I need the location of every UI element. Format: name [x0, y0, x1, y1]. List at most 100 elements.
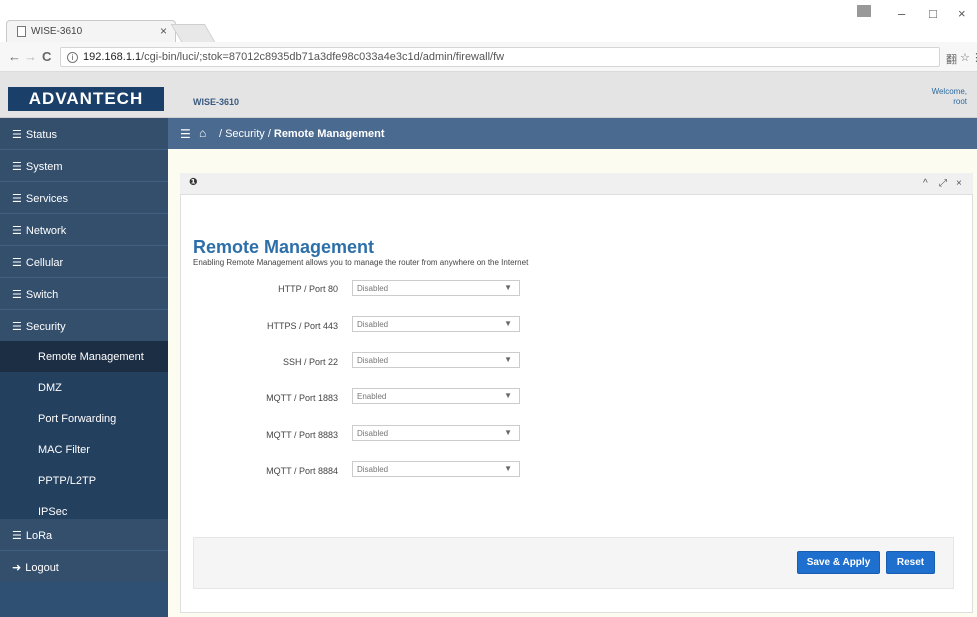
user-profile-icon[interactable] — [857, 5, 871, 17]
ssh-port-label: SSH / Port 22 — [282, 357, 338, 367]
advantech-logo[interactable]: ADVANTECH — [8, 87, 164, 111]
list-icon: ☰ — [12, 129, 22, 141]
url-host: 192.168.1.1 — [83, 51, 142, 63]
sidebar-item-label: LoRa — [25, 530, 53, 542]
list-icon: ☰ — [12, 193, 22, 205]
mqtt-8884-select[interactable]: Disabled ▼ — [352, 461, 520, 477]
sidebar-item-label: MAC Filter — [38, 444, 90, 456]
breadcrumb-section[interactable]: Security — [225, 128, 265, 140]
sidebar-item-label: Switch — [25, 289, 59, 301]
select-value: Disabled — [357, 320, 389, 329]
sidebar: ☰ Status ☰ System ☰ Services ☰ Network ☰ Cell… — [0, 118, 168, 617]
menu-toggle-icon[interactable]: ☰ — [180, 127, 191, 141]
new-tab-button[interactable] — [170, 24, 216, 42]
breadcrumb-current: Remote Management — [273, 128, 385, 140]
chevron-down-icon: ▼ — [504, 464, 512, 473]
list-icon: ☰ — [12, 321, 22, 333]
chevron-down-icon: ▼ — [504, 319, 512, 328]
minimize-icon[interactable]: – — [898, 6, 905, 21]
breadcrumb-separator: / — [267, 128, 271, 140]
breadcrumb-separator: / — [219, 128, 223, 140]
sidebar-item-label: Services — [25, 193, 69, 205]
sidebar-item-label: Cellular — [25, 257, 64, 269]
tab-title: WISE-3610 — [31, 26, 83, 37]
sidebar-item-label: Remote Management — [38, 351, 144, 363]
sidebar-item-status[interactable]: ☰ Status — [0, 118, 168, 149]
list-icon: ☰ — [12, 530, 22, 542]
bookmark-star-icon[interactable]: ☆ — [960, 51, 970, 64]
mqtt-1883-select[interactable]: Enabled ▼ — [352, 388, 520, 404]
sidebar-item-port-forwarding[interactable]: Port Forwarding — [0, 403, 168, 434]
panel-close-icon[interactable]: × — [956, 178, 962, 189]
chevron-down-icon: ▼ — [504, 355, 512, 364]
back-icon[interactable]: ← — [8, 49, 21, 64]
translate-icon[interactable]: 翻 — [946, 51, 957, 67]
browser-menu-icon[interactable]: ⋮ — [971, 51, 977, 64]
sidebar-item-dmz[interactable]: DMZ — [0, 372, 168, 403]
sidebar-item-security[interactable]: ☰ Security — [0, 310, 168, 341]
https-port-label: HTTPS / Port 443 — [266, 321, 338, 331]
sidebar-item-label: IPSec — [38, 506, 68, 518]
welcome-user: Welcome, root — [932, 87, 967, 107]
home-icon[interactable]: ⌂ — [199, 126, 206, 140]
tab-close-icon[interactable]: × — [160, 24, 167, 38]
sidebar-item-network[interactable]: ☰ Network — [0, 214, 168, 245]
list-icon: ☰ — [12, 289, 22, 301]
breadcrumb-trail: / Security / Remote Management — [216, 128, 385, 140]
https-port-select[interactable]: Disabled ▼ — [352, 316, 520, 332]
page-icon — [17, 26, 26, 37]
mqtt-1883-label: MQTT / Port 1883 — [266, 393, 338, 403]
reload-icon[interactable]: C — [42, 49, 51, 64]
welcome-label: Welcome, — [931, 87, 967, 96]
sidebar-item-switch[interactable]: ☰ Switch — [0, 278, 168, 309]
select-value: Enabled — [357, 392, 387, 401]
breadcrumb: ☰ ⌂ / Security / Remote Management — [168, 118, 977, 149]
sidebar-item-label: PPTP/L2TP — [38, 475, 97, 487]
window-close-icon[interactable]: × — [958, 6, 966, 21]
sidebar-item-label: Status — [25, 129, 58, 141]
collapse-icon[interactable]: ^ — [923, 178, 928, 189]
sidebar-item-system[interactable]: ☰ System — [0, 150, 168, 181]
username: root — [953, 97, 967, 106]
address-bar: ← → C i 192.168.1.1/cgi-bin/luci/;stok=8… — [0, 42, 977, 72]
sidebar-item-label: Security — [25, 321, 66, 333]
sidebar-item-label: Network — [25, 225, 67, 237]
device-name: WISE-3610 — [193, 97, 240, 107]
select-value: Disabled — [357, 284, 389, 293]
http-port-select[interactable]: Disabled ▼ — [352, 280, 520, 296]
panel-header: ❶ ^ ⤢ × — [180, 173, 973, 195]
select-value: Disabled — [357, 429, 389, 438]
forward-icon[interactable]: → — [24, 49, 37, 64]
page-description: Enabling Remote Management allows you to… — [193, 258, 529, 267]
maximize-icon[interactable]: □ — [929, 6, 937, 21]
sidebar-item-remote-management[interactable]: Remote Management — [0, 341, 168, 372]
info-icon[interactable]: ❶ — [189, 177, 197, 188]
reset-button[interactable]: Reset — [886, 551, 935, 574]
sidebar-item-cellular[interactable]: ☰ Cellular — [0, 246, 168, 277]
sidebar-item-logout[interactable]: ➜ Logout — [0, 551, 168, 582]
sidebar-item-label: DMZ — [38, 382, 62, 394]
save-apply-button[interactable]: Save & Apply — [797, 551, 880, 574]
select-value: Disabled — [357, 465, 389, 474]
site-info-icon[interactable]: i — [67, 52, 78, 63]
sidebar-item-lora[interactable]: ☰ LoRa — [0, 519, 168, 550]
sidebar-item-pptp-l2tp[interactable]: PPTP/L2TP — [0, 465, 168, 496]
list-icon: ☰ — [12, 257, 22, 269]
sidebar-item-label: System — [25, 161, 63, 173]
fullscreen-icon[interactable]: ⤢ — [939, 178, 947, 189]
page-title: Remote Management — [193, 237, 375, 257]
ssh-port-select[interactable]: Disabled ▼ — [352, 352, 520, 368]
mqtt-8884-label: MQTT / Port 8884 — [266, 466, 338, 476]
chevron-down-icon: ▼ — [504, 391, 512, 400]
sidebar-item-services[interactable]: ☰ Services — [0, 182, 168, 213]
browser-tab-strip: WISE-3610 × – □ × — [0, 0, 977, 42]
chevron-down-icon: ▼ — [504, 283, 512, 292]
browser-tab[interactable]: WISE-3610 × — [6, 20, 176, 42]
http-port-label: HTTP / Port 80 — [278, 284, 338, 294]
sidebar-item-label: Logout — [25, 562, 59, 574]
url-input[interactable]: i 192.168.1.1/cgi-bin/luci/;stok=87012c8… — [60, 47, 940, 67]
sidebar-item-label: Port Forwarding — [38, 413, 117, 425]
list-icon: ☰ — [12, 161, 22, 173]
mqtt-8883-select[interactable]: Disabled ▼ — [352, 425, 520, 441]
sidebar-item-mac-filter[interactable]: MAC Filter — [0, 434, 168, 465]
